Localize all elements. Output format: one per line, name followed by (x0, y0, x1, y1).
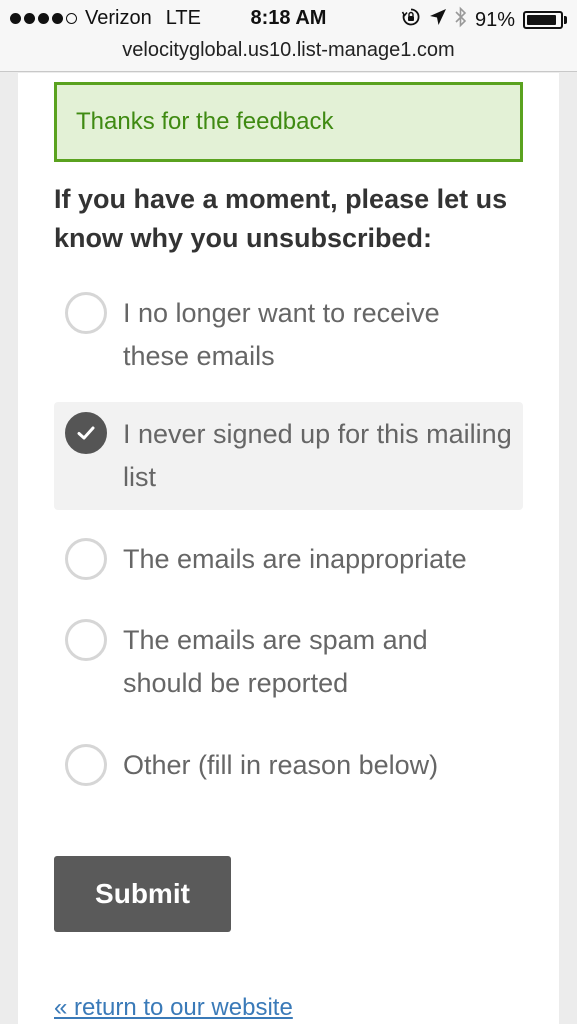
battery-percentage: 91% (474, 8, 515, 31)
rotation-lock-icon (401, 7, 421, 33)
battery-body (523, 11, 563, 29)
radio-unchecked-icon[interactable] (65, 619, 107, 661)
submit-button[interactable]: Submit (54, 856, 231, 932)
survey-question: If you have a moment, please let us know… (54, 184, 508, 253)
url-text[interactable]: velocityglobal.us10.list-manage1.com (122, 39, 454, 61)
success-alert: Thanks for the feedback (54, 82, 523, 162)
option-label[interactable]: The emails are inappropriate (123, 538, 513, 581)
page-content: Thanks for the feedback If you have a mo… (18, 73, 559, 1024)
bluetooth-icon (455, 6, 467, 34)
option-no-longer-want[interactable]: I no longer want to receive these emails (54, 278, 523, 384)
status-bar: Verizon LTE 8:18 AM 91% (0, 0, 577, 36)
return-to-website-link[interactable]: « return to our website (54, 994, 293, 1022)
option-spam[interactable]: The emails are spam and should be report… (54, 610, 523, 716)
option-label[interactable]: Other (fill in reason below) (123, 744, 513, 787)
radio-unchecked-icon[interactable] (65, 538, 107, 580)
radio-checked-icon[interactable] (65, 412, 107, 454)
option-never-signed-up[interactable]: I never signed up for this mailing list (54, 402, 523, 510)
option-label[interactable]: The emails are spam and should be report… (123, 619, 513, 705)
option-label[interactable]: I never signed up for this mailing list (123, 413, 513, 499)
radio-unchecked-icon[interactable] (65, 744, 107, 786)
address-bar[interactable]: velocityglobal.us10.list-manage1.com (0, 36, 577, 72)
option-inappropriate[interactable]: The emails are inappropriate (54, 528, 523, 592)
option-label[interactable]: I no longer want to receive these emails (123, 292, 513, 378)
battery-icon (523, 11, 567, 29)
status-bar-right: 91% (401, 6, 567, 34)
radio-unchecked-icon[interactable] (65, 292, 107, 334)
location-arrow-icon (429, 8, 447, 32)
option-other[interactable]: Other (fill in reason below) (54, 734, 523, 798)
alert-text: Thanks for the feedback (76, 108, 334, 135)
battery-fill (527, 15, 557, 25)
battery-tip (564, 16, 567, 24)
